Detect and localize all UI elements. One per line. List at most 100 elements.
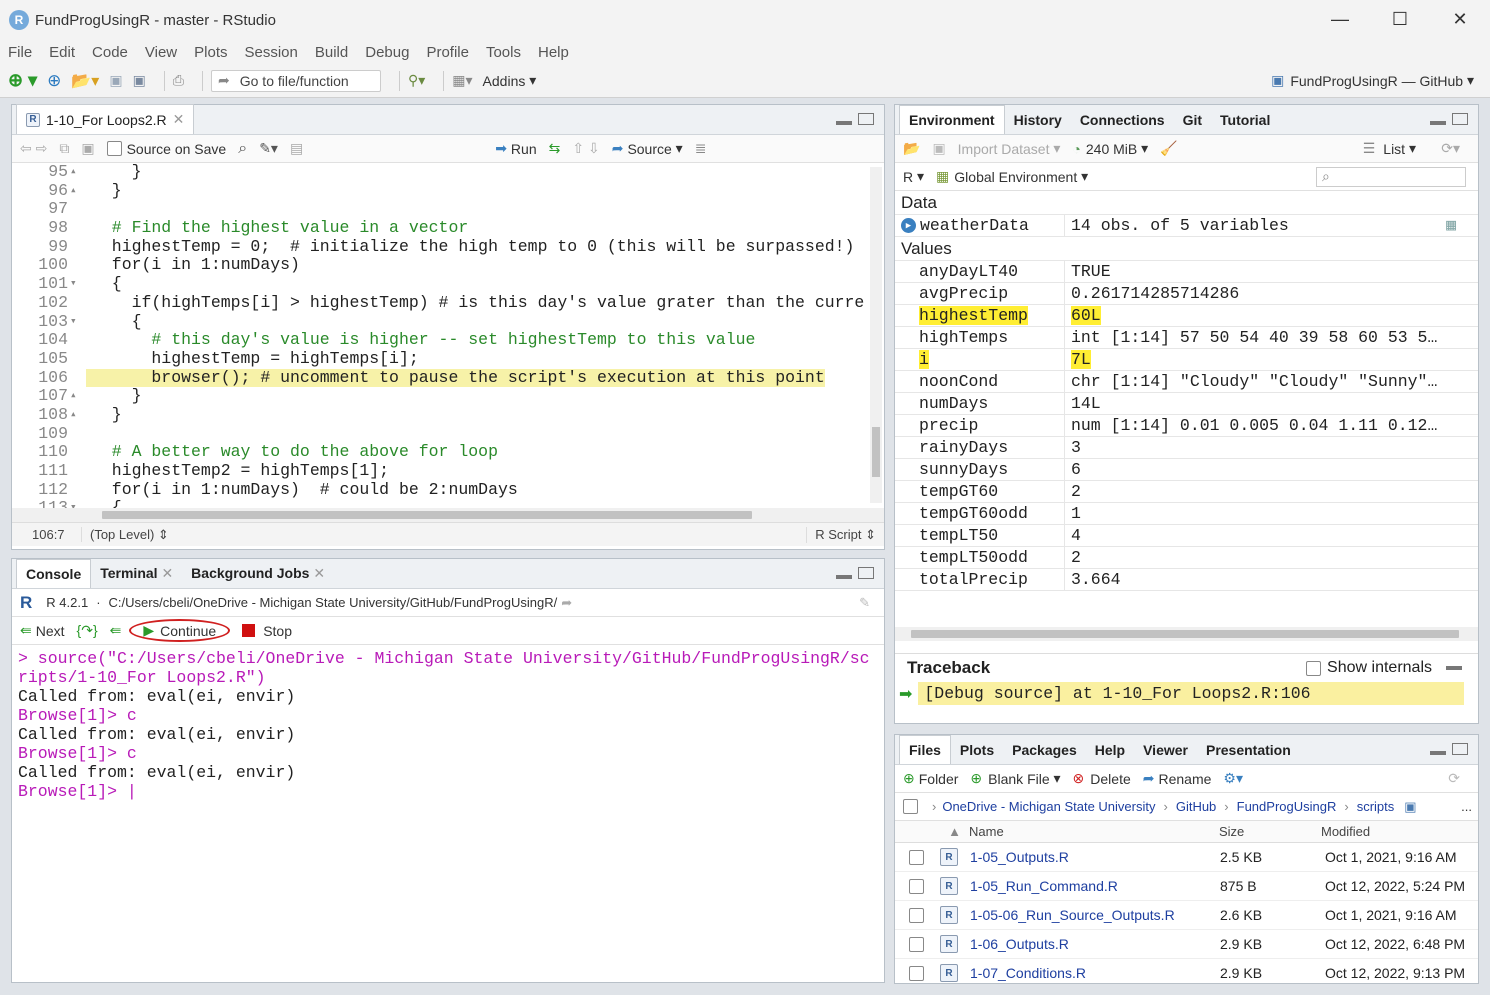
new-project-icon[interactable]: ⊕ <box>47 71 61 91</box>
source-button[interactable]: ➦ Source ▾ <box>612 140 683 157</box>
load-workspace-icon[interactable]: 📂 <box>903 140 920 157</box>
rerun-icon[interactable]: ⇆ <box>549 140 561 157</box>
file-name[interactable]: 1-05-06_Run_Source_Outputs.R <box>970 907 1220 923</box>
menu-profile[interactable]: Profile <box>426 44 469 61</box>
tab-console[interactable]: Console <box>16 559 92 588</box>
file-checkbox[interactable] <box>909 849 924 865</box>
environment-selector[interactable]: ▦ Global Environment ▾ <box>936 168 1088 185</box>
tab-viewer[interactable]: Viewer <box>1134 736 1197 764</box>
file-checkbox[interactable] <box>909 936 924 952</box>
go-to-file-input[interactable]: ➦ Go to file/function <box>211 69 381 92</box>
env-value-row[interactable]: sunnyDays 6 <box>895 459 1478 481</box>
fold-marker-icon[interactable] <box>70 481 86 500</box>
env-search-input[interactable]: ⌕ <box>1316 166 1466 187</box>
tab-plots[interactable]: Plots <box>951 736 1003 764</box>
fold-marker-icon[interactable] <box>70 200 86 219</box>
tab-files[interactable]: Files <box>899 735 951 764</box>
menu-help[interactable]: Help <box>538 44 569 61</box>
fold-marker-icon[interactable] <box>70 331 86 350</box>
env-value-row[interactable]: rainyDays 3 <box>895 437 1478 459</box>
close-terminal-icon[interactable]: ✕ <box>161 565 173 581</box>
file-checkbox[interactable] <box>909 907 924 923</box>
compile-report-icon[interactable]: ▤ <box>290 140 303 157</box>
file-checkbox[interactable] <box>909 965 924 981</box>
maximize-console-icon[interactable] <box>858 567 874 579</box>
vcs-icon[interactable]: ⚲▾ <box>408 72 425 89</box>
new-file-icon[interactable]: ⊕ ▾ <box>8 70 37 91</box>
tab-history[interactable]: History <box>1005 106 1071 134</box>
env-value-row[interactable]: highestTemp 60L <box>895 305 1478 327</box>
file-type-selector[interactable]: R Script ⇕ <box>806 526 876 543</box>
menu-build[interactable]: Build <box>315 44 348 61</box>
source-on-save-toggle[interactable]: Source on Save <box>106 141 226 157</box>
editor-vscroll[interactable] <box>870 167 882 503</box>
delete-button[interactable]: ⊗ Delete <box>1073 770 1131 787</box>
open-file-icon[interactable]: 📂▾ <box>71 71 99 91</box>
fold-marker-icon[interactable]: ▾ <box>70 275 86 294</box>
file-name[interactable]: 1-07_Conditions.R <box>970 965 1220 981</box>
file-row[interactable]: R 1-05_Run_Command.R 875 B Oct 12, 2022, 5:… <box>895 872 1478 901</box>
menu-edit[interactable]: Edit <box>49 44 75 61</box>
menu-plots[interactable]: Plots <box>194 44 227 61</box>
continue-button[interactable]: ▶ Continue <box>129 619 231 642</box>
tab-terminal[interactable]: Terminal ✕ <box>91 559 182 588</box>
menu-debug[interactable]: Debug <box>365 44 409 61</box>
file-name[interactable]: 1-05_Run_Command.R <box>970 878 1220 894</box>
show-internals-checkbox[interactable] <box>1306 660 1322 676</box>
maximize-pane-icon[interactable] <box>858 113 874 125</box>
fold-marker-icon[interactable]: ▴ <box>70 387 86 406</box>
collapse-traceback-icon[interactable] <box>1446 666 1462 670</box>
fold-marker-icon[interactable] <box>70 219 86 238</box>
env-value-row[interactable]: precip num [1:14] 0.01 0.005 0.04 1.11 0.… <box>895 415 1478 437</box>
fold-marker-icon[interactable]: ▾ <box>70 313 86 332</box>
breadcrumb-more[interactable]: ... <box>1461 799 1472 814</box>
fold-marker-icon[interactable]: ▴ <box>70 182 86 201</box>
step-into-icon[interactable]: {↷} <box>77 622 98 639</box>
minimize-env-icon[interactable] <box>1430 121 1446 125</box>
grid-layout-icon[interactable]: ▦▾ <box>452 72 472 89</box>
stop-button[interactable]: Stop <box>242 623 292 639</box>
fold-marker-icon[interactable]: ▾ <box>70 499 86 508</box>
minimize-button[interactable]: — <box>1310 0 1370 38</box>
file-name[interactable]: 1-05_Outputs.R <box>970 849 1220 865</box>
env-value-row[interactable]: avgPrecip 0.261714285714286 <box>895 283 1478 305</box>
show-internals-toggle[interactable]: Show internals <box>1306 659 1432 677</box>
env-value-row[interactable]: tempLT50 4 <box>895 525 1478 547</box>
import-dataset-button[interactable]: Import Dataset ▾ <box>958 140 1061 157</box>
fold-marker-icon[interactable] <box>70 350 86 369</box>
more-gear-icon[interactable]: ⚙▾ <box>1223 770 1243 787</box>
memory-usage[interactable]: ◔ 240 MiB ▾ <box>1072 140 1148 157</box>
working-dir[interactable]: C:/Users/cbeli/OneDrive - Michigan State… <box>109 595 558 610</box>
menu-file[interactable]: File <box>8 44 32 61</box>
editor-tab[interactable]: R 1-10_For Loops2.R ✕ <box>16 104 195 134</box>
file-row[interactable]: R 1-05-06_Run_Source_Outputs.R 2.6 KB Oct 1… <box>895 901 1478 930</box>
env-value-row[interactable]: highTemps int [1:14] 57 50 54 40 39 58 60… <box>895 327 1478 349</box>
addins-menu[interactable]: Addins ▾ <box>483 72 537 89</box>
project-menu[interactable]: ▣ FundProgUsingR — GitHub ▾ <box>1271 72 1474 89</box>
traceback-entry[interactable]: [Debug source] at 1-10_For Loops2.R:106 <box>918 682 1465 705</box>
rename-button[interactable]: ➦ Rename <box>1143 770 1212 787</box>
expand-icon[interactable]: ▶ <box>901 218 916 234</box>
new-folder-button[interactable]: ⊕ Folder <box>903 770 958 787</box>
view-mode[interactable]: ☰ List ▾ <box>1363 140 1416 157</box>
save-all-icon[interactable]: ▣ <box>133 72 146 89</box>
menu-view[interactable]: View <box>145 44 177 61</box>
breadcrumb-onedrive[interactable]: OneDrive - Michigan State University <box>942 799 1155 814</box>
editor-hscroll[interactable] <box>12 508 884 522</box>
file-checkbox[interactable] <box>909 878 924 894</box>
console-output[interactable]: > source("C:/Users/cbeli/OneDrive - Mich… <box>12 645 884 805</box>
code-editor[interactable]: 95 ▴ } 96 ▴ } 97 98 # Find the highest value … <box>12 163 884 508</box>
tab-tutorial[interactable]: Tutorial <box>1211 106 1279 134</box>
file-row[interactable]: R 1-05_Outputs.R 2.5 KB Oct 1, 2021, 9:16 A… <box>895 843 1478 872</box>
fold-marker-icon[interactable] <box>70 256 86 275</box>
maximize-button[interactable]: ☐ <box>1370 0 1430 38</box>
close-tab-icon[interactable]: ✕ <box>173 111 185 128</box>
save-file-icon[interactable]: ▣ <box>81 140 94 157</box>
fold-marker-icon[interactable] <box>70 425 86 444</box>
file-row[interactable]: R 1-07_Conditions.R 2.9 KB Oct 12, 2022, 9:… <box>895 959 1478 983</box>
breadcrumb-github[interactable]: GitHub <box>1176 799 1216 814</box>
file-name[interactable]: 1-06_Outputs.R <box>970 936 1220 952</box>
tab-packages[interactable]: Packages <box>1003 736 1086 764</box>
finish-icon[interactable]: ⇚ <box>110 622 122 639</box>
breadcrumb-scripts[interactable]: scripts <box>1357 799 1395 814</box>
